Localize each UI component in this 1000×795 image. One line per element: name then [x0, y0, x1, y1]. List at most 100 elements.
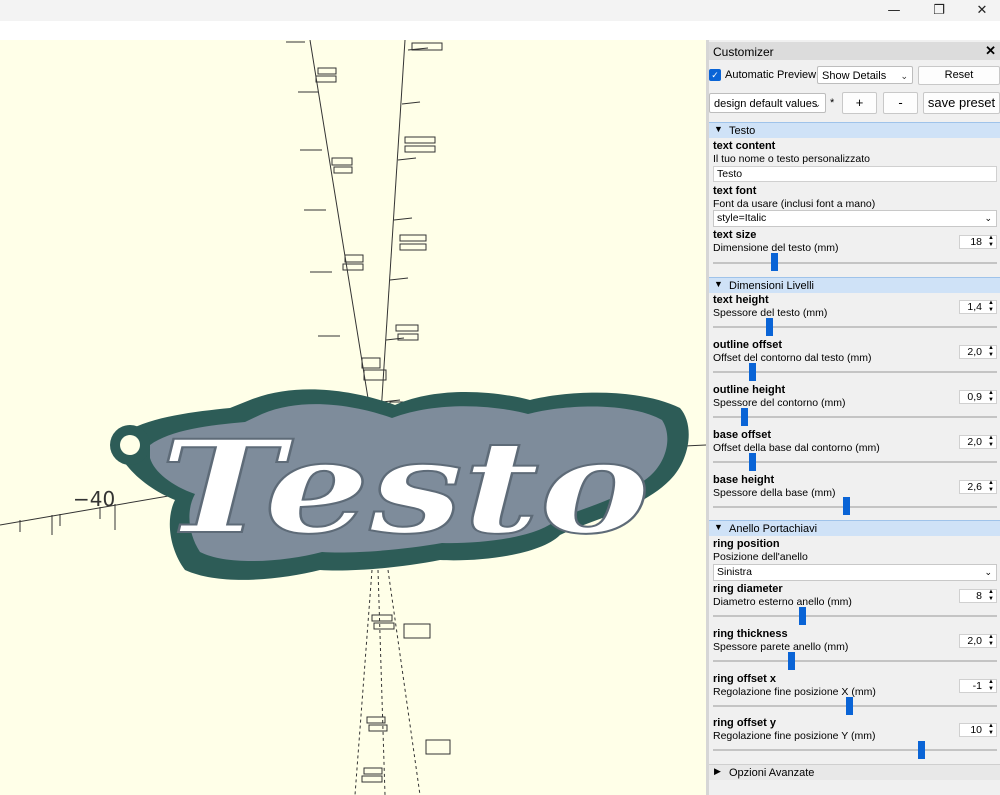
- spin-arrows-icon[interactable]: ▲ ▼: [988, 390, 994, 404]
- section-testo[interactable]: ▼ Testo: [709, 122, 1000, 138]
- outline-height-spinbox[interactable]: 0,9 ▲ ▼: [959, 390, 997, 404]
- outline-height-slider-handle[interactable]: [740, 408, 748, 426]
- spin-value: 18: [970, 236, 982, 248]
- close-icon[interactable]: ✕: [962, 0, 1000, 21]
- automatic-preview-label: Automatic Preview: [725, 69, 817, 81]
- customizer-header: Customizer ✕: [709, 42, 1000, 60]
- ring-offset-y-slider-track[interactable]: [713, 749, 997, 751]
- param-name: base offset: [713, 429, 772, 441]
- window-titlebar: — ❐ ✕: [0, 0, 1000, 21]
- remove-preset-button[interactable]: -: [883, 92, 918, 114]
- ring-offset-x-spinbox[interactable]: -1 ▲ ▼: [959, 679, 997, 693]
- section-title: Dimensioni Livelli: [729, 280, 814, 292]
- outline-height-slider-track[interactable]: [713, 416, 997, 418]
- text-height-slider-track[interactable]: [713, 326, 997, 328]
- spin-value: 2,0: [967, 346, 982, 358]
- add-preset-button[interactable]: +: [842, 92, 877, 114]
- param-desc: Diametro esterno anello (mm): [713, 596, 852, 608]
- keychain-text: Testo: [160, 413, 650, 563]
- text-size-slider-handle[interactable]: [771, 253, 779, 271]
- spin-value: -1: [972, 680, 982, 692]
- viewport-canvas[interactable]: −40 Testo: [0, 40, 706, 795]
- preset-modified-marker: *: [830, 97, 835, 109]
- spin-arrows-icon[interactable]: ▲ ▼: [988, 300, 994, 314]
- preset-value: design default values: [714, 98, 818, 110]
- text-font-select[interactable]: style=Italic ⌄: [713, 210, 997, 227]
- 3d-viewport[interactable]: −40 Testo: [0, 40, 706, 795]
- reset-button[interactable]: Reset: [918, 66, 1000, 85]
- spin-arrows-icon[interactable]: ▲ ▼: [988, 723, 994, 737]
- outline-offset-slider-handle[interactable]: [749, 363, 756, 381]
- param-desc: Offset del contorno dal testo (mm): [713, 352, 872, 364]
- param-desc: Font da usare (inclusi font a mano): [713, 198, 876, 210]
- spin-value: 0,9: [967, 391, 982, 403]
- spin-arrows-icon[interactable]: ▲ ▼: [988, 589, 994, 603]
- save-preset-button[interactable]: save preset: [923, 92, 1000, 114]
- ring-offset-x-slider-handle[interactable]: [845, 697, 853, 715]
- spin-value: 2,0: [967, 436, 982, 448]
- minimize-icon[interactable]: —: [874, 0, 914, 21]
- collapsed-triangle-icon: ▶: [714, 766, 721, 776]
- close-icon[interactable]: ✕: [985, 43, 996, 59]
- spin-arrows-icon[interactable]: ▲ ▼: [988, 235, 994, 249]
- text-height-slider-handle[interactable]: [765, 318, 773, 336]
- automatic-preview-checkbox[interactable]: ✓: [709, 69, 721, 81]
- preset-select[interactable]: design default values ⌄: [709, 93, 826, 113]
- ring-offset-x-slider-track[interactable]: [713, 705, 997, 707]
- param-desc: Posizione dell'anello: [713, 551, 808, 563]
- spin-value: 2,6: [967, 481, 982, 493]
- text-size-spinbox[interactable]: 18 ▲ ▼: [959, 235, 997, 249]
- ring-thickness-slider-handle[interactable]: [787, 652, 795, 670]
- text-content-input[interactable]: Testo: [713, 166, 997, 182]
- param-name: ring diameter: [713, 583, 783, 595]
- spin-arrows-icon[interactable]: ▲ ▼: [988, 480, 994, 494]
- ring-offset-y-spinbox[interactable]: 10 ▲ ▼: [959, 723, 997, 737]
- details-mode-select[interactable]: Show Details ⌄: [817, 66, 913, 84]
- ring-position-select[interactable]: Sinistra ⌄: [713, 564, 997, 581]
- ring-diameter-slider-track[interactable]: [713, 615, 997, 617]
- ring-thickness-slider-track[interactable]: [713, 660, 997, 662]
- param-name: ring thickness: [713, 628, 788, 640]
- param-name: outline height: [713, 384, 786, 396]
- chevron-down-icon: ⌄: [813, 99, 821, 109]
- base-height-slider-track[interactable]: [713, 506, 997, 508]
- spin-arrows-icon[interactable]: ▲ ▼: [988, 345, 994, 359]
- section-title: Opzioni Avanzate: [729, 767, 815, 779]
- spin-value: 8: [976, 590, 982, 602]
- param-name: text content: [713, 140, 776, 152]
- spin-arrows-icon[interactable]: ▲ ▼: [988, 679, 994, 693]
- section-anello-portachiavi[interactable]: ▼ Anello Portachiavi: [709, 520, 1000, 536]
- section-opzioni-avanzate[interactable]: ▶ Opzioni Avanzate: [709, 764, 1000, 780]
- section-dimensioni-livelli[interactable]: ▼ Dimensioni Livelli: [709, 277, 1000, 293]
- spin-arrows-icon[interactable]: ▲ ▼: [988, 435, 994, 449]
- ring-position-value: Sinistra: [717, 566, 753, 578]
- base-height-spinbox[interactable]: 2,6 ▲ ▼: [959, 480, 997, 494]
- spin-arrows-icon[interactable]: ▲ ▼: [988, 634, 994, 648]
- restore-icon[interactable]: ❐: [919, 0, 959, 21]
- param-desc: Regolazione fine posizione Y (mm): [713, 730, 876, 742]
- ring-diameter-spinbox[interactable]: 8 ▲ ▼: [959, 589, 997, 603]
- text-height-spinbox[interactable]: 1,4 ▲ ▼: [959, 300, 997, 314]
- text-font-value: style=Italic: [717, 212, 767, 224]
- negative-axes: [354, 569, 421, 795]
- chevron-down-icon: ⌄: [984, 567, 992, 577]
- param-name: ring offset y: [713, 717, 776, 729]
- ring-offset-y-slider-handle[interactable]: [917, 741, 925, 759]
- outline-offset-spinbox[interactable]: 2,0 ▲ ▼: [959, 345, 997, 359]
- ring-thickness-spinbox[interactable]: 2,0 ▲ ▼: [959, 634, 997, 648]
- expanded-triangle-icon: ▼: [714, 279, 723, 289]
- spin-value: 2,0: [967, 635, 982, 647]
- param-name: ring position: [713, 538, 780, 550]
- text-size-slider-track[interactable]: [713, 262, 997, 264]
- customizer-title: Customizer: [713, 45, 774, 59]
- param-desc: Il tuo nome o testo personalizzato: [713, 153, 871, 165]
- base-offset-spinbox[interactable]: 2,0 ▲ ▼: [959, 435, 997, 449]
- ring-diameter-slider-handle[interactable]: [798, 607, 806, 625]
- expanded-triangle-icon: ▼: [714, 522, 723, 532]
- spin-value: 10: [970, 724, 982, 736]
- base-offset-slider-handle[interactable]: [749, 453, 756, 471]
- keychain-model[interactable]: Testo: [110, 389, 689, 580]
- customizer-panel: Customizer ✕ ✓ Automatic Preview Show De…: [709, 40, 1000, 795]
- param-desc: Spessore della base (mm): [713, 487, 836, 499]
- base-height-slider-handle[interactable]: [843, 497, 851, 515]
